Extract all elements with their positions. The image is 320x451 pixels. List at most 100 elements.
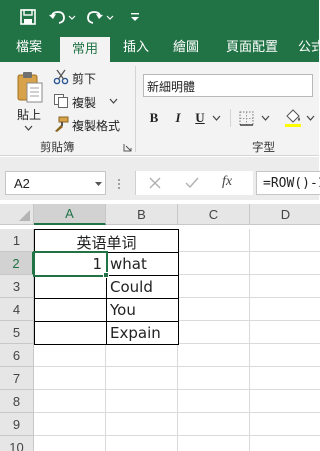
formula-bar-grip-icon[interactable] [116, 178, 122, 190]
tab-draw[interactable]: 繪圖 [166, 34, 206, 62]
cut-button[interactable]: 剪下 [72, 70, 96, 87]
cell-a3[interactable] [34, 275, 107, 299]
column-header-b[interactable]: B [106, 204, 178, 225]
cell-a6[interactable] [34, 344, 106, 367]
cell-c10[interactable] [178, 436, 250, 451]
formula-bar-buttons: fx [135, 171, 253, 195]
row-header-1[interactable]: 1 [0, 229, 34, 252]
cell-a8[interactable] [34, 390, 106, 413]
row-header-7[interactable]: 7 [0, 367, 34, 390]
fill-color-dropdown-icon[interactable] [305, 114, 315, 122]
check-icon[interactable] [185, 176, 199, 190]
cell-c8[interactable] [178, 390, 250, 413]
column-header-c[interactable]: C [178, 204, 250, 225]
redo-icon[interactable] [86, 7, 116, 27]
cell-a1-merged[interactable]: 英语单词 [34, 229, 179, 253]
fill-color-icon[interactable] [284, 108, 302, 128]
insert-function-button[interactable]: fx [222, 174, 232, 190]
dialog-launcher-icon[interactable] [122, 142, 132, 152]
ribbon-tabs: 檔案 常用 插入 繪圖 頁面配置 公式 [0, 34, 320, 62]
cell-c2[interactable] [178, 252, 250, 275]
cell-a2[interactable]: 1 [34, 252, 107, 276]
cell-c1[interactable] [178, 229, 250, 252]
tab-insert[interactable]: 插入 [116, 34, 156, 62]
cancel-icon[interactable] [148, 176, 162, 190]
underline-dropdown-icon[interactable] [211, 114, 221, 122]
cell-b10[interactable] [106, 436, 178, 451]
row-header-8[interactable]: 8 [0, 390, 34, 413]
cell-a5[interactable] [34, 321, 107, 345]
column-header-a[interactable]: A [34, 204, 106, 225]
cell-d5[interactable] [250, 321, 320, 344]
cell-b6[interactable] [106, 344, 178, 367]
copy-icon[interactable] [52, 93, 70, 109]
scissors-icon[interactable] [52, 69, 70, 85]
cell-d10[interactable] [250, 436, 320, 451]
tab-home[interactable]: 常用 [60, 37, 110, 62]
cell-d8[interactable] [250, 390, 320, 413]
name-box-value: A2 [14, 176, 30, 191]
cell-a7[interactable] [34, 367, 106, 390]
formula-bar: A2 fx =ROW()-1 [0, 166, 320, 200]
paste-button[interactable]: 貼上 [17, 106, 41, 123]
cell-d3[interactable] [250, 275, 320, 298]
underline-button[interactable]: U [192, 107, 208, 129]
cell-a10[interactable] [34, 436, 106, 451]
copy-button[interactable]: 複製 [72, 94, 96, 111]
formula-input[interactable]: =ROW()-1 [256, 171, 320, 195]
cell-d4[interactable] [250, 298, 320, 321]
cell-a9[interactable] [34, 413, 106, 436]
row-header-9[interactable]: 9 [0, 413, 34, 436]
format-painter-icon[interactable] [52, 116, 70, 132]
format-painter-button[interactable]: 複製格式 [72, 117, 120, 134]
border-dropdown-icon[interactable] [260, 114, 270, 122]
cell-b2-value: what [110, 255, 147, 273]
select-all-corner[interactable] [0, 204, 34, 225]
cell-b5[interactable]: Expain [106, 321, 179, 345]
cell-b7[interactable] [106, 367, 178, 390]
cell-b2[interactable]: what [106, 252, 179, 276]
cell-d9[interactable] [250, 413, 320, 436]
italic-button[interactable]: I [170, 107, 186, 129]
cell-c7[interactable] [178, 367, 250, 390]
row-header-6[interactable]: 6 [0, 344, 34, 367]
cell-c6[interactable] [178, 344, 250, 367]
save-icon[interactable] [18, 7, 38, 27]
fill-handle[interactable] [103, 272, 109, 278]
cell-b3[interactable]: Could [106, 275, 179, 299]
copy-dropdown-icon[interactable] [108, 97, 118, 105]
cell-b8[interactable] [106, 390, 178, 413]
row-header-5[interactable]: 5 [0, 321, 34, 344]
cell-c9[interactable] [178, 413, 250, 436]
tab-page-layout[interactable]: 頁面配置 [218, 34, 286, 62]
row-header-4[interactable]: 4 [0, 298, 34, 321]
bold-button[interactable]: B [145, 107, 163, 129]
cell-d6[interactable] [250, 344, 320, 367]
undo-icon[interactable] [48, 7, 78, 27]
ribbon-divider [135, 66, 136, 152]
font-name-dropdown[interactable]: 新細明體 [143, 74, 313, 97]
cell-c4[interactable] [178, 298, 250, 321]
paste-icon[interactable] [14, 70, 46, 104]
cell-b9[interactable] [106, 413, 178, 436]
quick-access-toolbar [0, 0, 319, 34]
cell-d1[interactable] [250, 229, 320, 252]
cell-b4[interactable]: You [106, 298, 179, 322]
row-header-10[interactable]: 10 [0, 436, 34, 451]
cell-a4[interactable] [34, 298, 107, 322]
cell-c5[interactable] [178, 321, 250, 344]
name-box[interactable]: A2 [5, 171, 106, 195]
font-group-label: 字型 [252, 140, 275, 154]
cell-d7[interactable] [250, 367, 320, 390]
paste-dropdown-icon[interactable] [23, 124, 33, 132]
column-header-d[interactable]: D [250, 204, 320, 225]
border-icon[interactable] [238, 110, 254, 126]
cell-d2[interactable] [250, 252, 320, 275]
customize-qat-icon[interactable] [128, 7, 142, 27]
name-box-dropdown-icon[interactable] [93, 180, 103, 188]
row-header-2[interactable]: 2 [0, 252, 34, 275]
cell-c3[interactable] [178, 275, 250, 298]
row-header-3[interactable]: 3 [0, 275, 34, 298]
tab-formulas[interactable]: 公式 [296, 34, 320, 62]
tab-file[interactable]: 檔案 [6, 34, 52, 62]
